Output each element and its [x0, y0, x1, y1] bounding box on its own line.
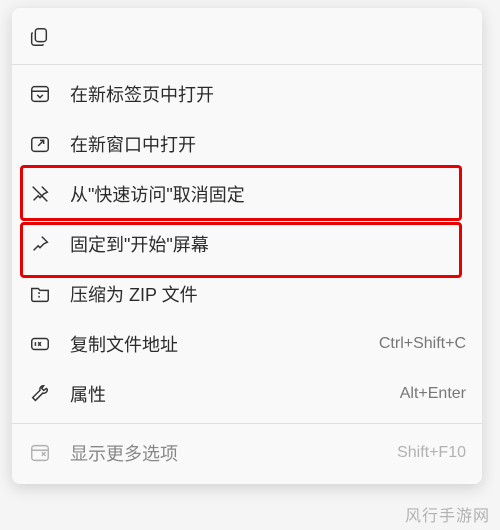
menu-item-label: 在新标签页中打开	[70, 81, 466, 107]
open-new-window-icon	[28, 132, 52, 156]
menu-item-label: 从"快速访问"取消固定	[70, 181, 466, 207]
menu-item-label: 固定到"开始"屏幕	[70, 231, 466, 257]
menu-item-shortcut: Shift+F10	[397, 444, 466, 462]
more-options-icon	[28, 441, 52, 465]
menu-item-compress-zip[interactable]: 压缩为 ZIP 文件	[12, 269, 482, 319]
menu-item-label: 复制文件地址	[70, 331, 379, 357]
menu-item-label: 在新窗口中打开	[70, 131, 466, 157]
menu-item-shortcut: Alt+Enter	[400, 385, 466, 403]
menu-item-label: 属性	[70, 381, 400, 407]
unpin-icon	[28, 182, 52, 206]
menu-item-show-more-options[interactable]: 显示更多选项 Shift+F10	[12, 428, 482, 478]
divider	[12, 423, 482, 424]
context-menu: 在新标签页中打开 在新窗口中打开 从"快速访问"取消固定 固定到	[12, 8, 482, 484]
menu-item-shortcut: Ctrl+Shift+C	[379, 335, 466, 353]
menu-item-pin-to-start[interactable]: 固定到"开始"屏幕	[12, 219, 482, 269]
zip-icon	[28, 282, 52, 306]
divider	[12, 64, 482, 65]
menu-item-label: 压缩为 ZIP 文件	[70, 281, 466, 307]
pin-icon	[28, 232, 52, 256]
menu-item-label: 显示更多选项	[70, 440, 397, 466]
menu-item-copy-path[interactable]: 复制文件地址 Ctrl+Shift+C	[12, 319, 482, 369]
copy-icon	[28, 26, 50, 48]
menu-item-unpin-quick-access[interactable]: 从"快速访问"取消固定	[12, 169, 482, 219]
open-new-tab-icon	[28, 82, 52, 106]
watermark: 风行手游网	[405, 502, 490, 526]
copy-path-icon	[28, 332, 52, 356]
menu-item-properties[interactable]: 属性 Alt+Enter	[12, 369, 482, 419]
copy-button[interactable]	[12, 14, 482, 60]
menu-item-open-new-tab[interactable]: 在新标签页中打开	[12, 69, 482, 119]
properties-icon	[28, 382, 52, 406]
menu-item-open-new-window[interactable]: 在新窗口中打开	[12, 119, 482, 169]
